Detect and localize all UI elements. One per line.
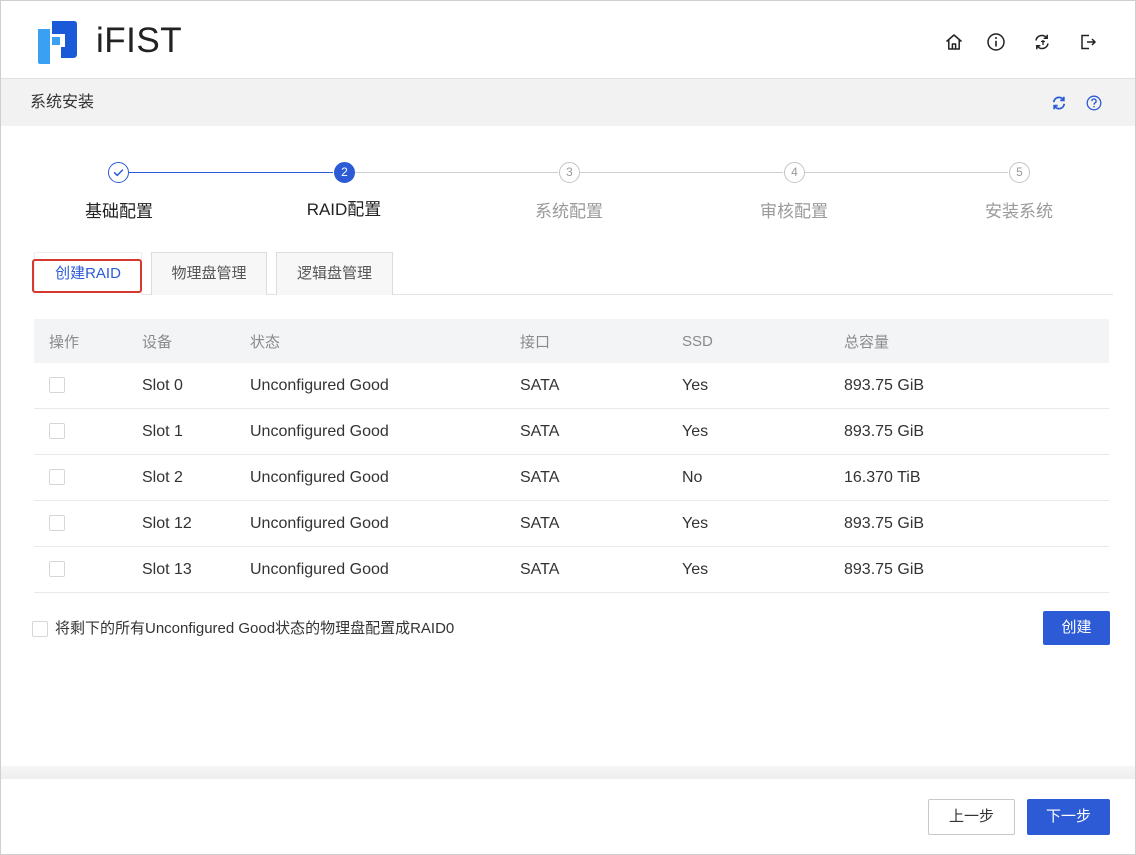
interface-cell: SATA	[520, 468, 560, 486]
home-icon[interactable]	[944, 32, 964, 52]
col-ssd: SSD	[682, 332, 713, 350]
interface-cell: SATA	[520, 422, 560, 440]
ssd-cell: No	[682, 468, 703, 486]
tab-physical-disk[interactable]: 物理盘管理	[151, 252, 267, 295]
device-cell: Slot 13	[142, 560, 192, 578]
refresh-icon[interactable]	[1051, 95, 1067, 111]
step-1-indicator	[108, 162, 129, 183]
step-5-indicator: 5	[1009, 162, 1030, 183]
select-cell	[34, 423, 127, 441]
step-connector	[129, 172, 333, 173]
step-3-indicator: 3	[559, 162, 580, 183]
table-row: Slot 12 Unconfigured Good SATA Yes 893.7…	[34, 501, 1109, 547]
switch-icon[interactable]	[1032, 32, 1052, 52]
next-step-button[interactable]: 下一步	[1027, 799, 1110, 835]
capacity-cell: 893.75 GiB	[844, 376, 925, 394]
table-header: 操作 设备 状态 接口 SSD 总容量	[34, 319, 1109, 363]
disk-table: 操作 设备 状态 接口 SSD 总容量 Slot 0 Unconfigured …	[34, 319, 1109, 593]
row-checkbox[interactable]	[49, 561, 65, 578]
step-4-indicator: 4	[784, 162, 805, 183]
step-connector	[580, 172, 783, 173]
col-capacity: 总容量	[844, 333, 890, 351]
select-cell	[34, 469, 127, 487]
raid0-all-checkbox[interactable]	[32, 621, 48, 637]
info-icon[interactable]	[986, 32, 1006, 52]
ssd-cell: Yes	[682, 560, 709, 578]
state-cell: Unconfigured Good	[250, 376, 389, 394]
col-action: 操作	[49, 333, 80, 351]
state-cell: Unconfigured Good	[250, 514, 389, 532]
raid0-all-label[interactable]: 将剩下的所有Unconfigured Good状态的物理盘配置成RAID0	[55, 620, 454, 638]
page-header-bar: 系统安装	[1, 79, 1135, 126]
tab-create-raid[interactable]: 创建RAID	[34, 252, 142, 295]
select-cell	[34, 515, 127, 533]
step-1-label: 基础配置	[85, 202, 153, 221]
top-bar: iFIST	[1, 1, 1135, 79]
step-4-label: 审核配置	[760, 202, 828, 221]
ssd-cell: Yes	[682, 422, 709, 440]
step-2-label: RAID配置	[306, 200, 382, 219]
col-device: 设备	[142, 333, 173, 351]
interface-cell: SATA	[520, 514, 560, 532]
row-checkbox[interactable]	[49, 377, 65, 394]
brand-name: iFIST	[96, 21, 183, 60]
step-connector	[805, 172, 1008, 173]
step-3-label: 系统配置	[535, 202, 603, 221]
page-title: 系统安装	[30, 94, 95, 111]
capacity-cell: 893.75 GiB	[844, 422, 925, 440]
step-2-indicator: 2	[334, 162, 355, 183]
table-row: Slot 0 Unconfigured Good SATA Yes 893.75…	[34, 363, 1109, 409]
logout-icon[interactable]	[1078, 32, 1098, 52]
tab-logical-disk[interactable]: 逻辑盘管理	[276, 252, 393, 295]
capacity-cell: 893.75 GiB	[844, 514, 925, 532]
select-cell	[34, 377, 127, 395]
col-interface: 接口	[520, 333, 551, 351]
capacity-cell: 16.370 TiB	[844, 468, 921, 486]
table-row: Slot 2 Unconfigured Good SATA No 16.370 …	[34, 455, 1109, 501]
step-5-label: 安装系统	[985, 202, 1053, 221]
create-button[interactable]: 创建	[1043, 611, 1110, 645]
row-checkbox[interactable]	[49, 469, 65, 486]
state-cell: Unconfigured Good	[250, 468, 389, 486]
device-cell: Slot 2	[142, 468, 183, 486]
device-cell: Slot 0	[142, 376, 183, 394]
row-checkbox[interactable]	[49, 515, 65, 532]
step-connector	[355, 172, 558, 173]
state-cell: Unconfigured Good	[250, 422, 389, 440]
capacity-cell: 893.75 GiB	[844, 560, 925, 578]
table-row: Slot 1 Unconfigured Good SATA Yes 893.75…	[34, 409, 1109, 455]
raid-tabs: 创建RAID 物理盘管理 逻辑盘管理	[34, 252, 1113, 295]
ifist-logo	[38, 21, 77, 64]
table-row: Slot 13 Unconfigured Good SATA Yes 893.7…	[34, 547, 1109, 593]
interface-cell: SATA	[520, 560, 560, 578]
select-cell	[34, 561, 127, 579]
state-cell: Unconfigured Good	[250, 560, 389, 578]
help-icon[interactable]	[1086, 95, 1102, 111]
device-cell: Slot 12	[142, 514, 192, 532]
footer-divider	[1, 766, 1135, 779]
prev-step-button[interactable]: 上一步	[928, 799, 1015, 835]
install-page: iFIST 系统安装 2 3 4 5 基础配置 RAID配置 系统配置 审核配置…	[0, 0, 1136, 855]
ssd-cell: Yes	[682, 514, 709, 532]
check-icon	[113, 169, 124, 177]
interface-cell: SATA	[520, 376, 560, 394]
ssd-cell: Yes	[682, 376, 709, 394]
device-cell: Slot 1	[142, 422, 183, 440]
col-state: 状态	[250, 333, 281, 351]
row-checkbox[interactable]	[49, 423, 65, 440]
